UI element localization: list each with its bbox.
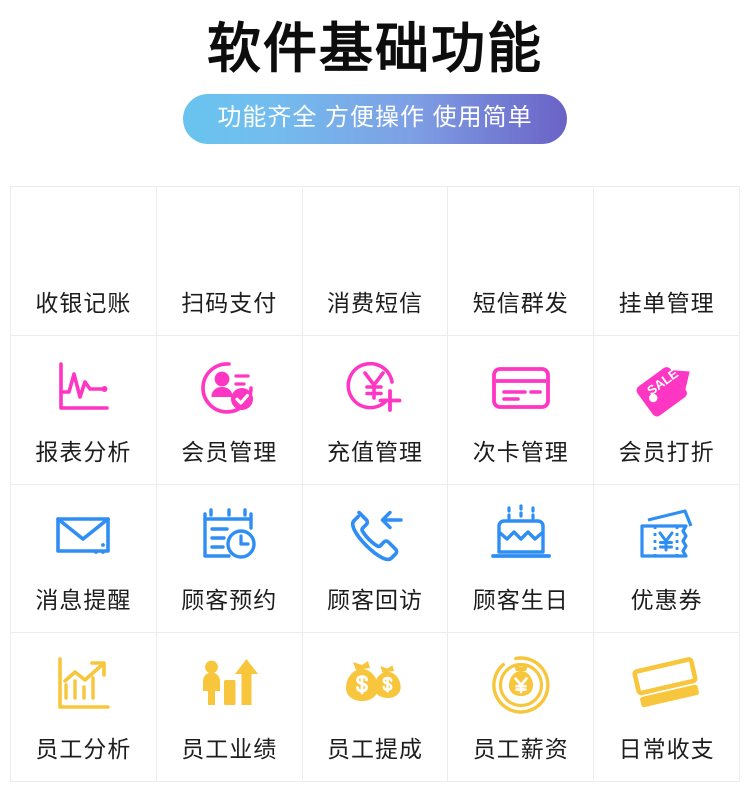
calendar-clock-icon — [190, 498, 268, 574]
feature-grid-page: 软件基础功能 功能齐全 方便操作 使用简单 收银记账 扫码支付 消费短信 短信群… — [0, 0, 750, 793]
feature-cell-label: 员工薪资 — [472, 736, 569, 763]
feature-cell-label: 优惠券 — [630, 587, 703, 614]
birthday-cake-icon — [482, 498, 560, 574]
money-bags-icon — [336, 647, 414, 723]
qr-scan-icon — [190, 201, 268, 277]
feature-cell[interactable]: 顾客预约 — [156, 484, 303, 634]
member-check-icon — [190, 350, 268, 426]
page-title: 软件基础功能 — [207, 19, 543, 79]
document-lines-icon — [628, 201, 706, 277]
credit-card-icon — [482, 350, 560, 426]
feature-cell[interactable]: 日常收支 — [594, 633, 740, 782]
feature-cell-label: 会员管理 — [181, 438, 278, 465]
feature-cell-label: 消息提醒 — [35, 587, 132, 614]
page-header: 软件基础功能 功能齐全 方便操作 使用简单 — [0, 0, 750, 144]
feature-cell[interactable]: 挂单管理 — [594, 187, 740, 336]
feature-cell[interactable]: 员工业绩 — [156, 633, 303, 782]
feature-cell[interactable]: 消费短信 — [302, 187, 449, 336]
feature-cell[interactable]: 收银记账 — [11, 187, 157, 336]
feature-cell-label: 会员打折 — [618, 438, 715, 465]
feature-cell[interactable]: SALE 会员打折 — [594, 335, 740, 485]
feature-cell-label: 挂单管理 — [618, 289, 715, 316]
feature-cell[interactable]: 会员管理 — [156, 335, 303, 485]
feature-cell[interactable]: 充值管理 — [302, 335, 449, 485]
subtitle-badge: 功能齐全 方便操作 使用简单 — [183, 94, 567, 144]
feature-cell[interactable]: 顾客回访 — [302, 484, 449, 634]
feature-cell-label: 员工业绩 — [181, 736, 278, 763]
sale-tag-icon: SALE — [628, 350, 706, 426]
feature-cell[interactable]: 员工提成 — [302, 633, 449, 782]
monitor-cursor-icon — [44, 201, 122, 277]
subtitle-container: 功能齐全 方便操作 使用简单 — [0, 94, 750, 144]
feature-cell-label: 充值管理 — [326, 438, 423, 465]
message-broadcast-icon — [482, 201, 560, 277]
feature-cell-label: 收银记账 — [35, 289, 132, 316]
feature-cell-label: 顾客生日 — [472, 587, 569, 614]
feature-cell-label: 员工分析 — [35, 736, 132, 763]
person-bar-arrow-icon — [190, 647, 268, 723]
chat-bubble-dots-icon — [336, 201, 414, 277]
feature-cell-label: 顾客预约 — [181, 587, 278, 614]
coupon-yuan-icon — [628, 498, 706, 574]
line-chart-icon — [44, 350, 122, 426]
feature-cell[interactable]: 优惠券 — [594, 484, 740, 634]
coin-moneybag-icon — [482, 647, 560, 723]
feature-cell[interactable]: 扫码支付 — [156, 187, 303, 336]
yuan-plus-icon — [336, 350, 414, 426]
feature-cell[interactable]: 员工薪资 — [448, 633, 595, 782]
feature-cell-label: 短信群发 — [472, 289, 569, 316]
feature-cell-label: 员工提成 — [326, 736, 423, 763]
feature-cell[interactable]: 报表分析 — [11, 335, 157, 485]
phone-callback-icon — [336, 498, 414, 574]
feature-cell-label: 次卡管理 — [472, 438, 569, 465]
feature-cell[interactable]: 消息提醒 — [11, 484, 157, 634]
envelope-icon — [44, 498, 122, 574]
feature-cell[interactable]: 短信群发 — [448, 187, 595, 336]
feature-cell-label: 扫码支付 — [181, 289, 278, 316]
banknotes-icon — [628, 647, 706, 723]
feature-grid: 收银记账 扫码支付 消费短信 短信群发 挂单管理 报表分析 会员管理 充值管理 … — [10, 186, 740, 782]
feature-cell[interactable]: 员工分析 — [11, 633, 157, 782]
feature-cell-label: 日常收支 — [618, 736, 715, 763]
feature-cell-label: 消费短信 — [326, 289, 423, 316]
feature-cell-label: 报表分析 — [35, 438, 132, 465]
feature-cell[interactable]: 次卡管理 — [448, 335, 595, 485]
growth-chart-icon — [44, 647, 122, 723]
feature-cell-label: 顾客回访 — [326, 587, 423, 614]
feature-cell[interactable]: 顾客生日 — [448, 484, 595, 634]
